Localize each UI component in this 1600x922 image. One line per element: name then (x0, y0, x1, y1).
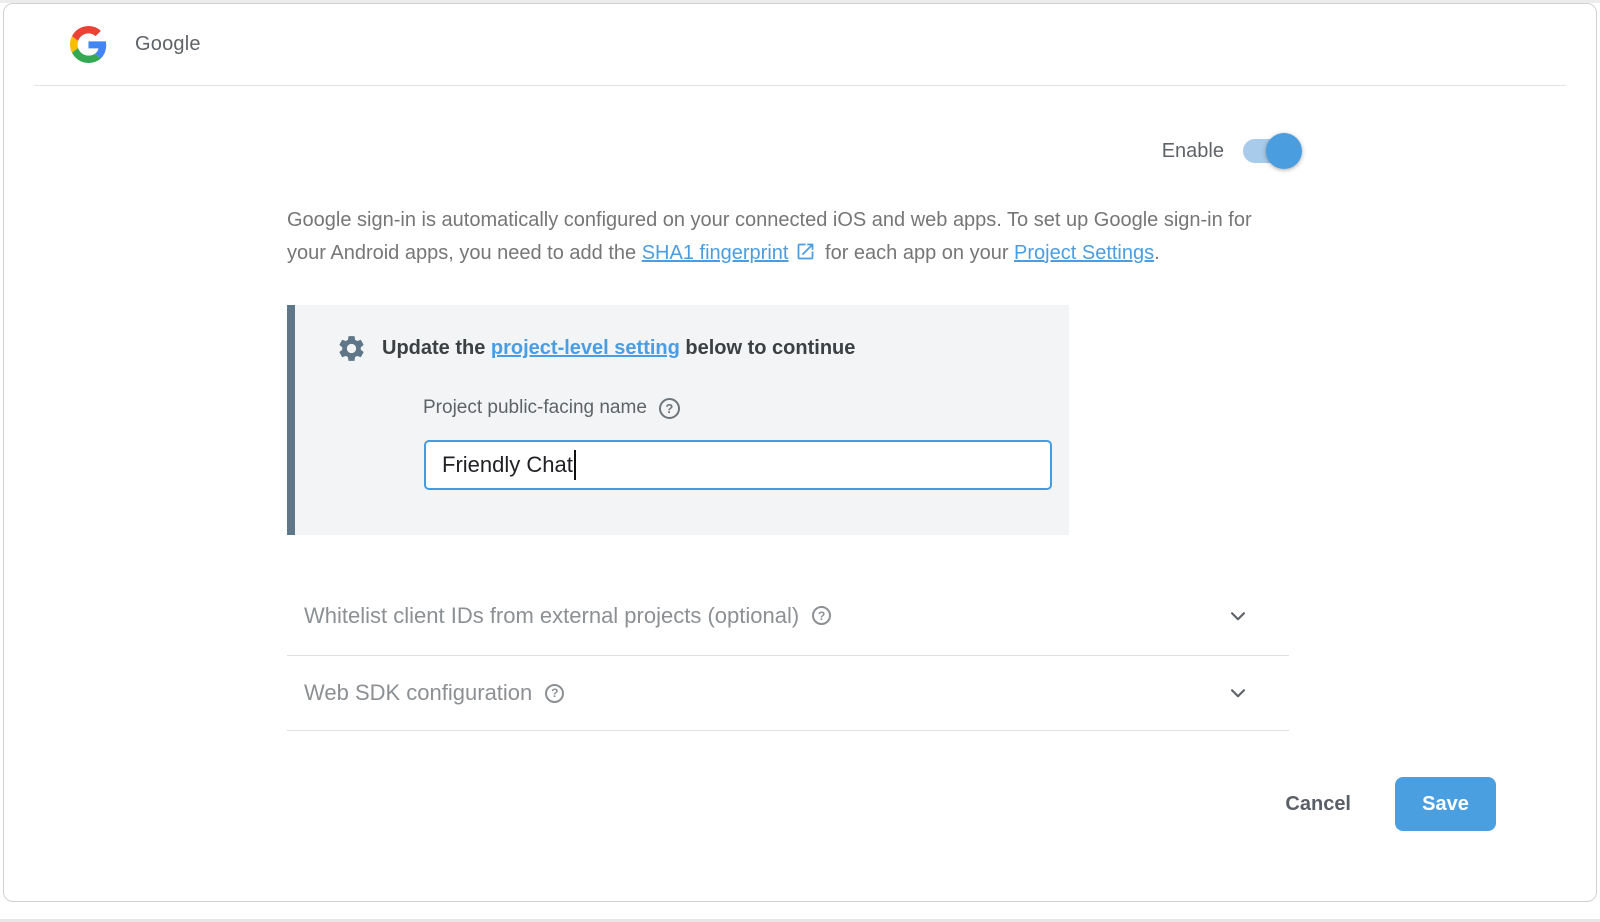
chevron-down-icon (1225, 680, 1251, 706)
provider-config-panel: Enable Google sign-in is automatically c… (287, 126, 1289, 731)
notice-title-row: Update the project-level setting below t… (336, 333, 1069, 364)
notice-title-prefix: Update the (382, 337, 491, 359)
toggle-knob (1266, 133, 1302, 169)
google-logo-icon (70, 26, 107, 63)
project-name-input[interactable]: Friendly Chat (424, 440, 1052, 490)
description-part-2: for each app on your (819, 242, 1014, 264)
project-level-setting-notice: Update the project-level setting below t… (287, 305, 1069, 535)
section-label-row: Web SDK configuration? (304, 680, 564, 706)
description-text: Google sign-in is automatically configur… (287, 204, 1279, 269)
project-level-setting-link[interactable]: project-level setting (491, 337, 680, 359)
help-glyph: ? (551, 686, 558, 700)
dialog-footer: Cancel Save (4, 731, 1596, 872)
save-button[interactable]: Save (1395, 777, 1496, 831)
gear-icon (336, 333, 367, 364)
advanced-sections: Whitelist client IDs from external proje… (287, 576, 1289, 731)
help-icon[interactable]: ? (659, 398, 680, 419)
section-web-sdk-configuration[interactable]: Web SDK configuration? (287, 656, 1289, 730)
field-label-row: Project public-facing name ? (423, 397, 1069, 419)
section-whitelist-client-ids[interactable]: Whitelist client IDs from external proje… (287, 576, 1289, 655)
chevron-down-icon (1225, 603, 1251, 629)
project-settings-link[interactable]: Project Settings (1014, 242, 1154, 264)
web-sdk-section-label: Web SDK configuration (304, 680, 532, 706)
google-signin-provider-dialog: Google Enable Google sign-in is automati… (3, 3, 1597, 902)
provider-title: Google (135, 33, 201, 56)
help-glyph: ? (665, 401, 673, 416)
enable-row: Enable (287, 126, 1302, 176)
help-glyph: ? (818, 609, 825, 623)
help-icon[interactable]: ? (812, 606, 831, 625)
help-icon[interactable]: ? (545, 684, 564, 703)
notice-title-suffix: below to continue (680, 337, 856, 359)
open-in-new-icon (795, 240, 816, 261)
project-name-value: Friendly Chat (442, 452, 573, 478)
whitelist-section-label: Whitelist client IDs from external proje… (304, 603, 799, 629)
dialog-header: Google (4, 4, 1596, 85)
section-label-row: Whitelist client IDs from external proje… (304, 603, 831, 629)
text-cursor (574, 450, 576, 480)
cancel-button[interactable]: Cancel (1281, 787, 1355, 822)
enable-label: Enable (1162, 140, 1224, 163)
sha1-fingerprint-link[interactable]: SHA1 fingerprint (642, 242, 789, 264)
header-divider (34, 85, 1566, 86)
project-name-label: Project public-facing name (423, 397, 647, 419)
enable-toggle[interactable] (1243, 139, 1300, 163)
notice-title: Update the project-level setting below t… (382, 337, 855, 360)
description-part-3: . (1154, 242, 1160, 264)
